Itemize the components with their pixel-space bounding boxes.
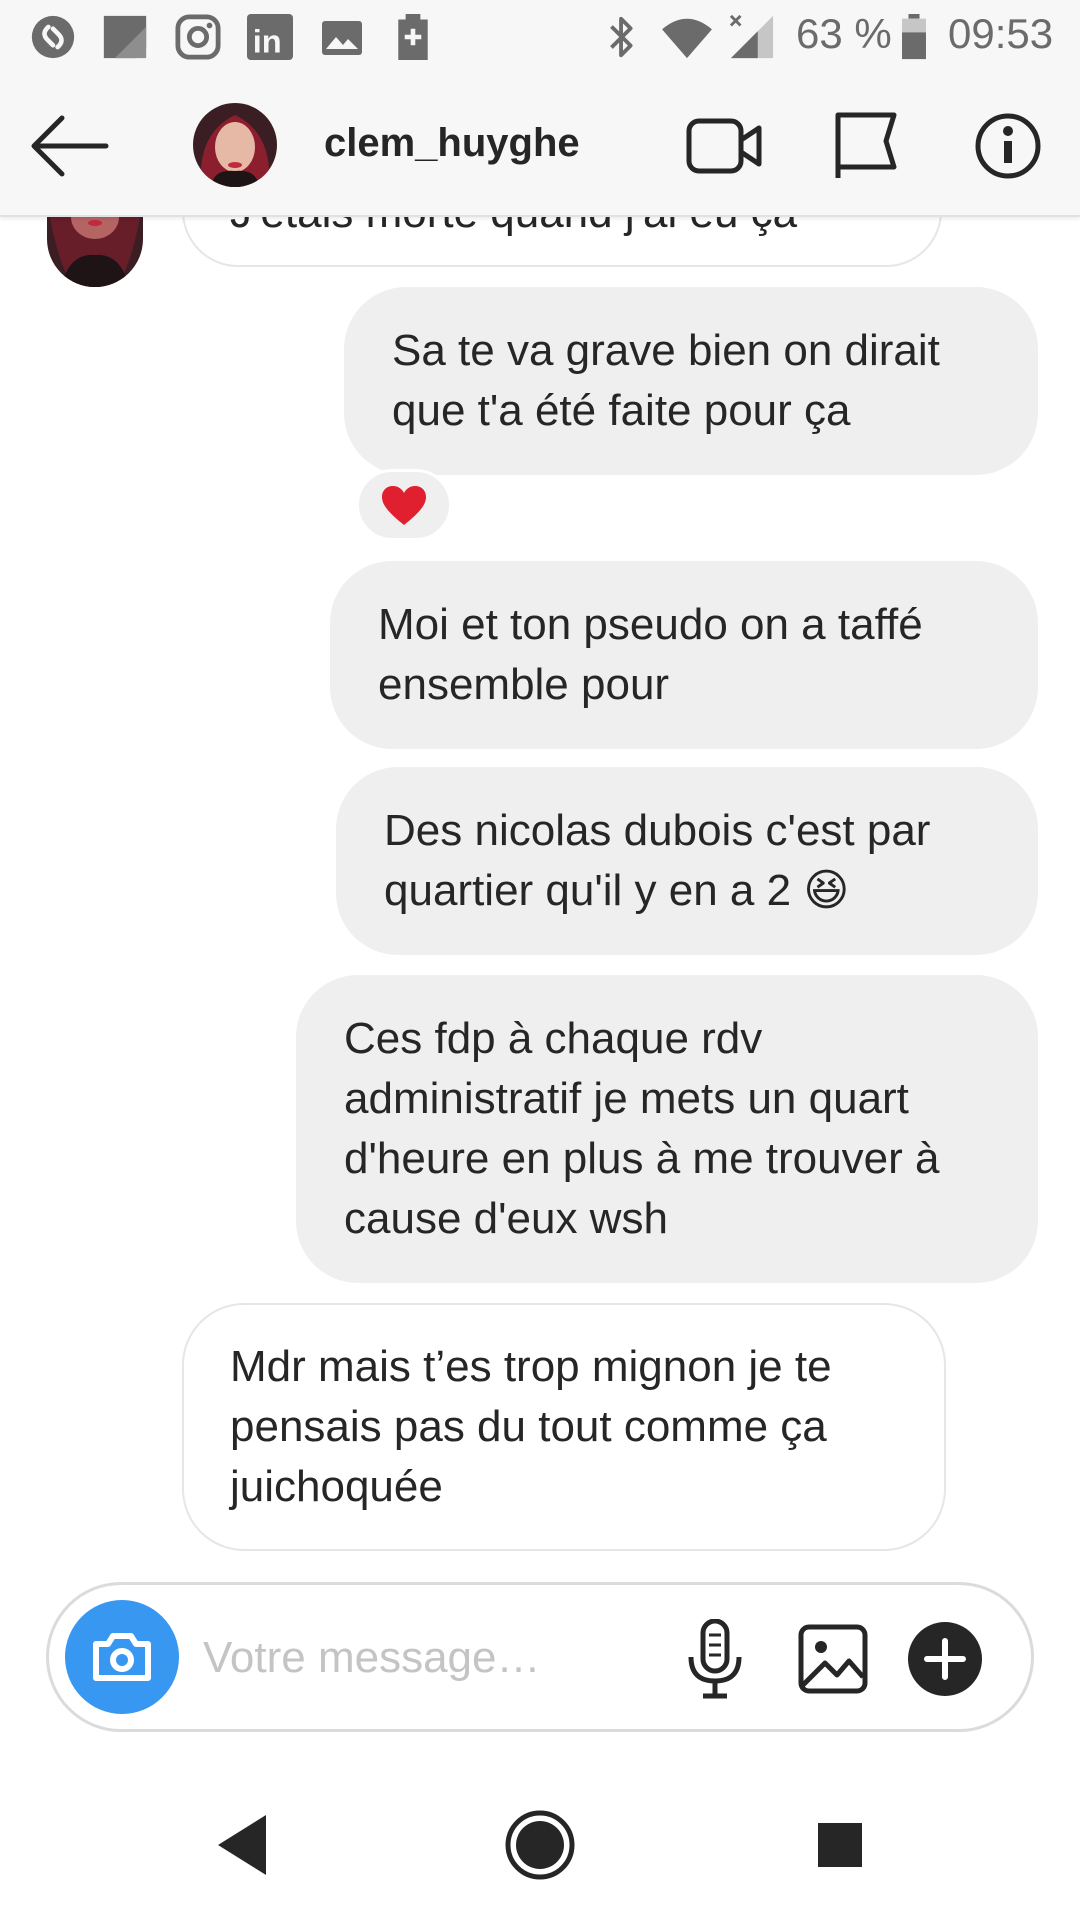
message-bubble-outgoing[interactable]: Moi et ton pseudo on a taffé ensemble po… xyxy=(330,561,1038,749)
clock: 09:53 xyxy=(948,10,1054,57)
message-text: ensemble pour xyxy=(378,660,670,709)
message-text: que t'a été faite pour ça xyxy=(392,386,851,435)
message-text: cause d'eux wsh xyxy=(344,1194,668,1243)
message-text: quartier qu'il y en a 2 xyxy=(384,866,792,915)
conversation-username[interactable]: clem_huyghe xyxy=(324,121,580,166)
message-bubble-outgoing[interactable]: Sa te va grave bien on dirait que t'a ét… xyxy=(344,287,1038,475)
wifi-icon xyxy=(662,18,712,59)
message-text: d'heure en plus à me trouver à xyxy=(344,1134,940,1183)
battery-icon xyxy=(902,14,926,60)
message-bubble-outgoing[interactable]: Des nicolas dubois c'est par quartier qu… xyxy=(336,767,1038,955)
message-text: J'étais morte quand j'ai eu ça xyxy=(230,217,797,243)
battery-percent: 63 % xyxy=(796,10,892,57)
camera-button[interactable] xyxy=(65,1600,179,1714)
reaction-badge[interactable] xyxy=(356,469,452,541)
video-call-icon[interactable] xyxy=(686,111,762,181)
sim-icon xyxy=(398,14,428,60)
message-thread[interactable]: J'étais morte quand j'ai eu ça Sa te va … xyxy=(0,217,1080,1582)
instagram-icon xyxy=(175,14,221,60)
notes-icon xyxy=(103,15,147,59)
message-text: Mdr mais t’es trop mignon je te xyxy=(230,1342,832,1391)
system-navigation-bar xyxy=(0,1760,1080,1920)
flag-icon[interactable] xyxy=(828,111,904,181)
bluetooth-icon xyxy=(610,16,633,58)
message-text: pensais pas du tout comme ça xyxy=(230,1402,827,1451)
image-icon xyxy=(322,21,362,55)
recents-nav-icon[interactable] xyxy=(800,1805,880,1885)
avatar[interactable] xyxy=(193,103,277,187)
laughing-emoji-icon: 😆 xyxy=(803,865,850,916)
message-bubble-outgoing[interactable]: Ces fdp à chaque rdv administratif je me… xyxy=(296,975,1038,1283)
shazam-icon xyxy=(31,15,75,59)
microphone-icon[interactable] xyxy=(675,1619,755,1699)
home-nav-icon[interactable] xyxy=(500,1805,580,1885)
info-icon[interactable] xyxy=(970,111,1046,181)
svg-text:in: in xyxy=(253,23,282,59)
back-nav-icon[interactable] xyxy=(200,1805,280,1885)
message-text: administratif je mets un quart xyxy=(344,1074,909,1123)
message-text: juichoquée xyxy=(230,1462,443,1511)
status-bar: in 63 % 09:53 xyxy=(0,0,1080,75)
heart-icon xyxy=(382,486,426,525)
message-text: Ces fdp à chaque rdv xyxy=(344,1014,763,1063)
message-composer xyxy=(46,1582,1034,1732)
message-text: Des nicolas dubois c'est par xyxy=(384,806,931,855)
camera-icon xyxy=(93,1633,151,1681)
back-arrow-icon[interactable] xyxy=(26,113,112,179)
gallery-icon[interactable] xyxy=(793,1619,873,1699)
message-bubble-incoming[interactable]: Mdr mais t’es trop mignon je te pensais … xyxy=(182,1303,946,1551)
message-text: Sa te va grave bien on dirait xyxy=(392,326,940,375)
add-icon[interactable] xyxy=(905,1619,985,1699)
avatar[interactable] xyxy=(47,217,143,287)
message-input[interactable] xyxy=(203,1625,703,1691)
signal-icon xyxy=(729,14,774,59)
linkedin-icon: in xyxy=(247,14,293,60)
message-bubble-incoming[interactable]: J'étais morte quand j'ai eu ça xyxy=(182,217,942,267)
message-text: Moi et ton pseudo on a taffé xyxy=(378,600,923,649)
conversation-header: clem_huyghe xyxy=(0,75,1080,217)
